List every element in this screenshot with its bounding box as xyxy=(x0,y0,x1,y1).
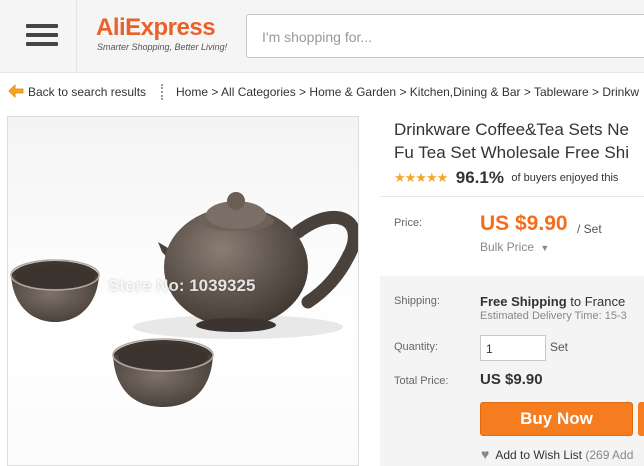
product-image[interactable]: Store No: 1039325 xyxy=(7,116,359,466)
bulk-price-dropdown[interactable]: Bulk Price ▼ xyxy=(480,240,549,254)
total-price-value: US $9.90 xyxy=(480,371,543,388)
title-line-2: Fu Tea Set Wholesale Free Shi xyxy=(394,143,629,162)
quantity-unit: Set xyxy=(550,340,569,354)
star-rating-icon[interactable]: ★★★★★ xyxy=(394,170,448,186)
title-line-1: Drinkware Coffee&Tea Sets Ne xyxy=(394,120,629,139)
breadcrumb[interactable]: Home > All Categories > Home & Garden > … xyxy=(176,85,639,99)
quantity-input[interactable]: 1 xyxy=(480,335,546,361)
store-watermark: Store No: 1039325 xyxy=(108,276,256,295)
caret-down-icon: ▼ xyxy=(540,243,550,253)
price-label: Price: xyxy=(394,217,423,229)
rating-row: ★★★★★ 96.1% of buyers enjoyed this xyxy=(394,168,644,188)
back-to-search-link[interactable]: Back to search results xyxy=(8,84,147,99)
breadcrumb-bar: Back to search results Home > All Catego… xyxy=(0,73,644,111)
add-to-wishlist-link[interactable]: ♥ Add to Wish List (269 Add xyxy=(481,446,633,462)
wishlist-label: Add to Wish List xyxy=(495,448,583,462)
shipping-value[interactable]: Free Shipping to France xyxy=(480,294,625,309)
buy-now-button[interactable]: Buy Now xyxy=(480,402,633,436)
header: AliExpress Smarter Shopping, Better Livi… xyxy=(0,0,644,73)
shipping-label: Shipping: xyxy=(394,295,440,307)
divider xyxy=(380,196,644,197)
logo-text: AliExpress xyxy=(96,14,216,41)
price-unit: / Set xyxy=(577,222,602,236)
positive-feedback-text: of buyers enjoyed this xyxy=(511,172,619,184)
menu-icon[interactable] xyxy=(0,0,77,72)
bulk-price-label: Bulk Price xyxy=(480,240,535,254)
aliexpress-logo[interactable]: AliExpress Smarter Shopping, Better Livi… xyxy=(96,14,236,58)
quantity-label: Quantity: xyxy=(394,341,439,353)
logo-tagline: Smarter Shopping, Better Living! xyxy=(97,42,228,52)
heart-icon: ♥ xyxy=(481,446,490,462)
back-arrow-icon xyxy=(8,84,24,98)
shipping-destination: to France xyxy=(566,294,626,309)
price-value: US $9.90 xyxy=(480,212,568,235)
search-placeholder: I'm shopping for... xyxy=(262,29,373,45)
positive-feedback-percent: 96.1% xyxy=(455,168,504,187)
back-label: Back to search results xyxy=(28,85,147,99)
free-shipping-text: Free Shipping xyxy=(480,294,567,309)
wishlist-count: (269 Add xyxy=(585,448,634,462)
product-title: Drinkware Coffee&Tea Sets Ne Fu Tea Set … xyxy=(394,118,644,164)
divider xyxy=(161,84,163,100)
total-price-label: Total Price: xyxy=(394,375,449,387)
add-to-cart-button[interactable] xyxy=(638,402,644,436)
search-input[interactable]: I'm shopping for... xyxy=(246,14,644,58)
delivery-estimate: Estimated Delivery Time: 15-3 xyxy=(480,310,627,322)
